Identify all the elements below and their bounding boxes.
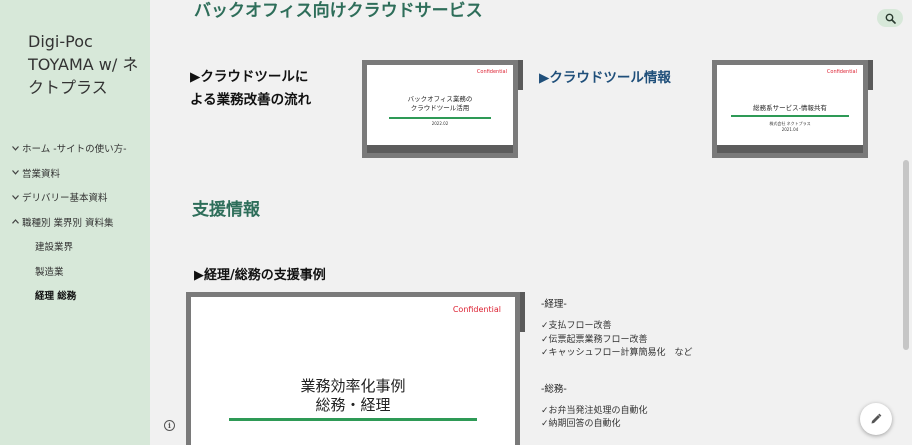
search-icon[interactable] [885, 9, 896, 28]
slide-title: 業務効率化事例 総務・経理 [191, 377, 515, 415]
sidebar-item-home[interactable]: ホーム -サイトの使い方- [0, 136, 150, 161]
cloud-flow-heading-line1: ▶クラウドツールに [190, 69, 309, 85]
case-notes: -経理- ✓支払フロー改善 ✓伝票起票業務フロー改善 ✓キャッシュフロー計算簡易… [541, 296, 693, 432]
sidebar-item-label[interactable]: デリバリー基本資料 [22, 190, 108, 204]
slide-page: Confidential 総務系サービス-情報共有 株式会社 ネクトプラス 20… [717, 65, 863, 153]
list-item: ✓キャッシュフロー計算簡易化 など [541, 348, 693, 358]
slide-date: 2021.04 [781, 127, 799, 132]
edit-button[interactable] [860, 403, 892, 435]
sidebar-subitem-construction[interactable]: 建設業界 [0, 234, 150, 259]
site-title[interactable]: Digi-Poc TOYAMA w/ ネクトプラス [28, 30, 146, 99]
chevron-down-icon[interactable] [12, 168, 22, 177]
slide-underline [731, 115, 849, 117]
chevron-down-icon[interactable] [12, 193, 22, 202]
sidebar-item-industry[interactable]: 職種別 業界別 資料集 [0, 210, 150, 235]
sidebar-item-sales[interactable]: 営業資料 [0, 161, 150, 186]
list-item: ✓伝票起票業務フロー改善 [541, 334, 648, 345]
page-scrollbar-thumb[interactable] [903, 160, 909, 350]
notes-accounting-heading: -経理- [541, 299, 567, 310]
pencil-icon[interactable] [870, 410, 882, 429]
sidebar-nav: ホーム -サイトの使い方- 営業資料 デリバリー基本資料 職種別 業界別 資料集… [0, 136, 150, 308]
slide-preview-case-study[interactable]: Confidential 業務効率化事例 総務・経理 [186, 292, 525, 445]
cloud-flow-heading: ▶クラウドツールに よる業務改善の流れ [190, 66, 311, 112]
cloud-info-heading[interactable]: ▶クラウドツール情報 [539, 66, 671, 86]
slide-title: 総務系サービス-情報共有 [753, 104, 827, 112]
slide-underline [229, 418, 477, 421]
slide-title-line2: クラウドツール活用 [410, 104, 470, 112]
chevron-up-icon[interactable] [12, 217, 22, 226]
slide-date: 2022.02 [431, 121, 449, 126]
slide-title-line1: 業務効率化事例 [300, 377, 406, 395]
sidebar-subitem-accounting[interactable]: 経理 総務 [0, 283, 150, 308]
confidential-label: Confidential [452, 305, 501, 314]
slide-underline [389, 117, 491, 119]
sidebar-item-delivery[interactable]: デリバリー基本資料 [0, 185, 150, 210]
sidebar-subitem-manufacturing[interactable]: 製造業 [0, 259, 150, 284]
slide-preview-cloud-info[interactable]: Confidential 総務系サービス-情報共有 株式会社 ネクトプラス 20… [712, 60, 873, 158]
confidential-label: Confidential [826, 69, 857, 75]
slide-preview-cloud-flow[interactable]: Confidential バックオフィス業務の クラウドツール活用 2022.0… [362, 60, 523, 158]
cloud-flow-heading-line2: よる業務改善の流れ [190, 92, 312, 108]
slide-title-line2: 総務・経理 [315, 396, 391, 414]
slide-page: Confidential 業務効率化事例 総務・経理 [191, 297, 515, 445]
slide-page: Confidential バックオフィス業務の クラウドツール活用 2022.0… [367, 65, 513, 153]
sidebar-item-label[interactable]: ホーム -サイトの使い方- [22, 141, 127, 155]
list-item: ✓支払フロー改善 [541, 321, 612, 331]
slide-scrollbar [868, 60, 873, 90]
search-button[interactable] [877, 9, 903, 27]
sidebar: Digi-Poc TOYAMA w/ ネクトプラス ホーム -サイトの使い方- … [0, 0, 150, 445]
page-section-title: バックオフィス向けクラウドサービス [194, 1, 483, 21]
support-info-heading: 支援情報 [192, 200, 260, 220]
sidebar-item-label[interactable]: 職種別 業界別 資料集 [22, 215, 114, 229]
slide-title-line1: バックオフィス業務の [407, 95, 473, 103]
sidebar-item-label[interactable]: 営業資料 [22, 166, 60, 180]
slide-scrollbar [520, 292, 525, 332]
chevron-down-icon[interactable] [12, 144, 22, 153]
confidential-label: Confidential [476, 69, 507, 75]
notes-general-affairs-heading: -総務- [541, 383, 567, 395]
list-item: ✓お弁当発注処理の自動化 [541, 405, 648, 416]
list-item: ✓納期回答の自動化 [541, 419, 621, 429]
slide-title: バックオフィス業務の クラウドツール活用 [367, 95, 513, 113]
main-content: バックオフィス向けクラウドサービス ▶クラウドツールに よる業務改善の流れ Co… [150, 0, 900, 445]
case-study-heading: ▶経理/総務の支援事例 [194, 268, 326, 283]
slide-scrollbar [518, 60, 523, 90]
